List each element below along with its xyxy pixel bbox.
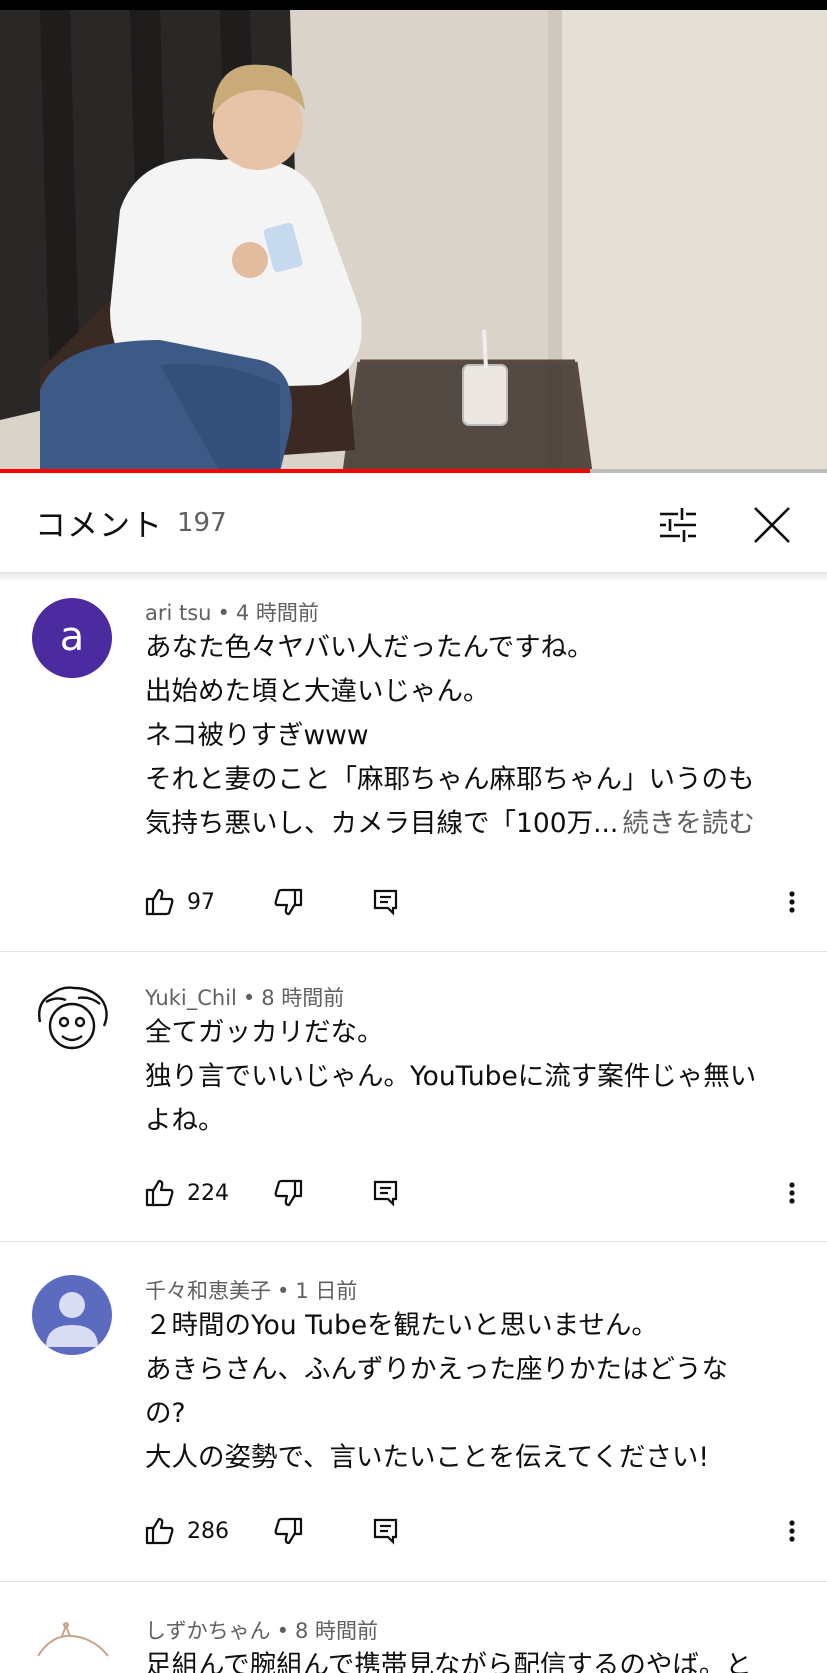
thumbs-up-icon (145, 888, 174, 916)
like-button[interactable]: 97 (145, 882, 215, 922)
header-divider (0, 572, 827, 582)
video-frame (0, 10, 827, 472)
reply-button[interactable] (373, 1511, 399, 1551)
comment-line: あきらさん、ふんずりかえった座りかたはどうな (145, 1354, 728, 1385)
more-vert-icon (789, 1182, 795, 1204)
sort-filter-icon (660, 508, 696, 542)
avatar-illustration (38, 986, 108, 1050)
more-vert-icon (789, 891, 795, 913)
thumbs-down-icon (274, 1517, 303, 1545)
reply-button[interactable] (373, 882, 399, 922)
dislike-button[interactable] (273, 1173, 303, 1213)
comment-line: 気持ち悪いし、カメラ目線で「100万... (145, 808, 619, 839)
thumbs-down-icon (274, 888, 303, 916)
comment-item: 千々和恵美子 • 1 日前 ２時間のYou Tubeを観たいと思いません。 あきらさ… (0, 1242, 827, 1582)
comment-line: ２時間のYou Tubeを観たいと思いません。 (145, 1310, 658, 1341)
comment-time: 8 時間前 (261, 986, 345, 1010)
like-button[interactable]: 224 (145, 1173, 229, 1213)
avatar[interactable] (32, 1616, 112, 1673)
more-options-button[interactable] (780, 882, 804, 922)
more-options-button[interactable] (780, 1173, 804, 1213)
video-player[interactable] (0, 10, 827, 472)
like-count: 97 (187, 889, 215, 915)
close-icon (754, 507, 790, 543)
comment-line: 大人の姿勢で、言いたいことを伝えてください! (145, 1442, 709, 1473)
comment-text: あなた色々ヤバい人だったんですね。 出始めた頃と大違いじゃん。 ネコ被りすぎww… (145, 626, 795, 846)
sort-filter-button[interactable] (652, 499, 704, 551)
avatar[interactable]: a (32, 598, 112, 678)
default-avatar-icon (46, 1292, 98, 1347)
comment-item: Yuki_Chil • 8 時間前 全てガッカリだな。 独り言でいいじゃん。YouT… (0, 952, 827, 1242)
comment-text: 足組んで腕組んで携帯見ながら配信するのやば。と (145, 1644, 795, 1673)
comment-meta: しずかちゃん • 8 時間前 (145, 1619, 379, 1643)
read-more-link[interactable]: 続きを読む (622, 808, 755, 839)
avatar-illustration (37, 1622, 109, 1657)
comments-header: コメント 197 (0, 474, 827, 582)
comment-line: あなた色々ヤバい人だったんですね。 (145, 632, 594, 663)
comment-meta: Yuki_Chil • 8 時間前 (145, 986, 345, 1010)
reply-icon (373, 1180, 398, 1207)
comments-count: 197 (177, 508, 227, 538)
comments-title: コメント (35, 508, 163, 544)
dislike-button[interactable] (273, 1511, 303, 1551)
comment-line: それと妻のこと「麻耶ちゃん麻耶ちゃん」いうのも (145, 764, 755, 795)
comment-item: しずかちゃん • 8 時間前 足組んで腕組んで携帯見ながら配信するのやば。と (0, 1582, 827, 1673)
avatar[interactable] (32, 982, 112, 1062)
avatar[interactable] (32, 1275, 112, 1355)
comment-line: 出始めた頃と大違いじゃん。 (145, 676, 490, 707)
video-progress-fill (0, 469, 590, 473)
comment-author[interactable]: ari tsu (145, 601, 212, 625)
thumbs-down-icon (274, 1179, 303, 1207)
comment-line: ネコ被りすぎwww (145, 720, 369, 751)
comment-actions: 286 (145, 1511, 805, 1551)
dislike-button[interactable] (273, 882, 303, 922)
comment-author[interactable]: しずかちゃん (145, 1619, 271, 1643)
comment-author[interactable]: Yuki_Chil (145, 986, 237, 1010)
comment-meta: ari tsu • 4 時間前 (145, 601, 319, 625)
video-progress-bar[interactable] (0, 469, 827, 473)
comment-actions: 97 (145, 882, 805, 922)
comment-time: 8 時間前 (294, 1619, 379, 1643)
thumbs-up-icon (145, 1179, 174, 1207)
like-button[interactable]: 286 (145, 1511, 229, 1551)
comment-time: 1 日前 (295, 1279, 358, 1303)
comment-line: よね。 (145, 1105, 225, 1136)
comment-text: 全てガッカリだな。 独り言でいいじゃん。YouTubeに流す案件じゃ無い よね。 (145, 1011, 795, 1143)
like-count: 224 (187, 1180, 229, 1206)
comment-item: a ari tsu • 4 時間前 あなた色々ヤバい人だったんですね。 出始めた頃と… (0, 582, 827, 952)
more-vert-icon (789, 1520, 795, 1542)
comment-text: ２時間のYou Tubeを観たいと思いません。 あきらさん、ふんずりかえった座り… (145, 1304, 795, 1480)
reply-icon (373, 1518, 398, 1545)
comment-author[interactable]: 千々和恵美子 (145, 1279, 271, 1303)
more-options-button[interactable] (780, 1511, 804, 1551)
thumbs-up-icon (145, 1517, 174, 1545)
like-count: 286 (187, 1518, 229, 1544)
comment-actions: 224 (145, 1173, 805, 1213)
reply-button[interactable] (373, 1173, 399, 1213)
comment-line: 全てガッカリだな。 (145, 1017, 384, 1048)
comment-line: 足組んで腕組んで携帯見ながら配信するのやば。と (145, 1650, 752, 1673)
comment-time: 4 時間前 (235, 601, 319, 625)
close-button[interactable] (746, 499, 798, 551)
comment-line: 独り言でいいじゃん。YouTubeに流す案件じゃ無い (145, 1061, 757, 1092)
comment-line: の? (145, 1398, 186, 1429)
comment-meta: 千々和恵美子 • 1 日前 (145, 1279, 358, 1303)
reply-icon (373, 889, 398, 916)
status-bar (0, 0, 827, 10)
